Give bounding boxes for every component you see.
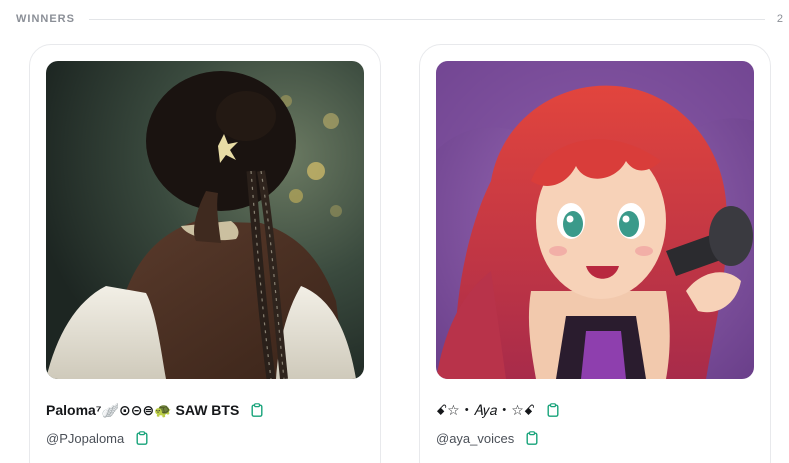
winners-count: 2 <box>776 13 783 25</box>
clipboard-icon[interactable] <box>547 403 559 417</box>
section-title: WINNERS <box>16 13 75 25</box>
winner-card: ꗃ☆・𝐴𝑦𝑎・☆ꗃ @aya_voices <box>419 44 771 463</box>
winner-display-name: Paloma⁷🪽⊙⊝⊜🐢 SAW BTS <box>46 401 240 418</box>
winner-avatar-image <box>46 61 364 379</box>
winner-card: Paloma⁷🪽⊙⊝⊜🐢 SAW BTS @PJopaloma <box>29 44 381 463</box>
winner-name-row: Paloma⁷🪽⊙⊝⊜🐢 SAW BTS <box>46 401 263 419</box>
winner-handle-row: @PJopaloma <box>46 430 148 446</box>
clipboard-icon[interactable] <box>526 431 538 445</box>
section-divider <box>88 18 765 20</box>
clipboard-icon[interactable] <box>251 403 263 417</box>
winner-handle: @aya_voices <box>436 430 515 446</box>
winner-display-name: ꗃ☆・𝐴𝑦𝑎・☆ꗃ <box>436 402 535 418</box>
winners-section-header: WINNERS 2 <box>16 12 783 26</box>
winner-handle: @PJopaloma <box>46 430 125 446</box>
clipboard-icon[interactable] <box>136 431 148 445</box>
winner-name-row: ꗃ☆・𝐴𝑦𝑎・☆ꗃ <box>436 401 559 419</box>
winner-handle-row: @aya_voices <box>436 430 538 446</box>
winner-avatar-image <box>436 61 754 379</box>
